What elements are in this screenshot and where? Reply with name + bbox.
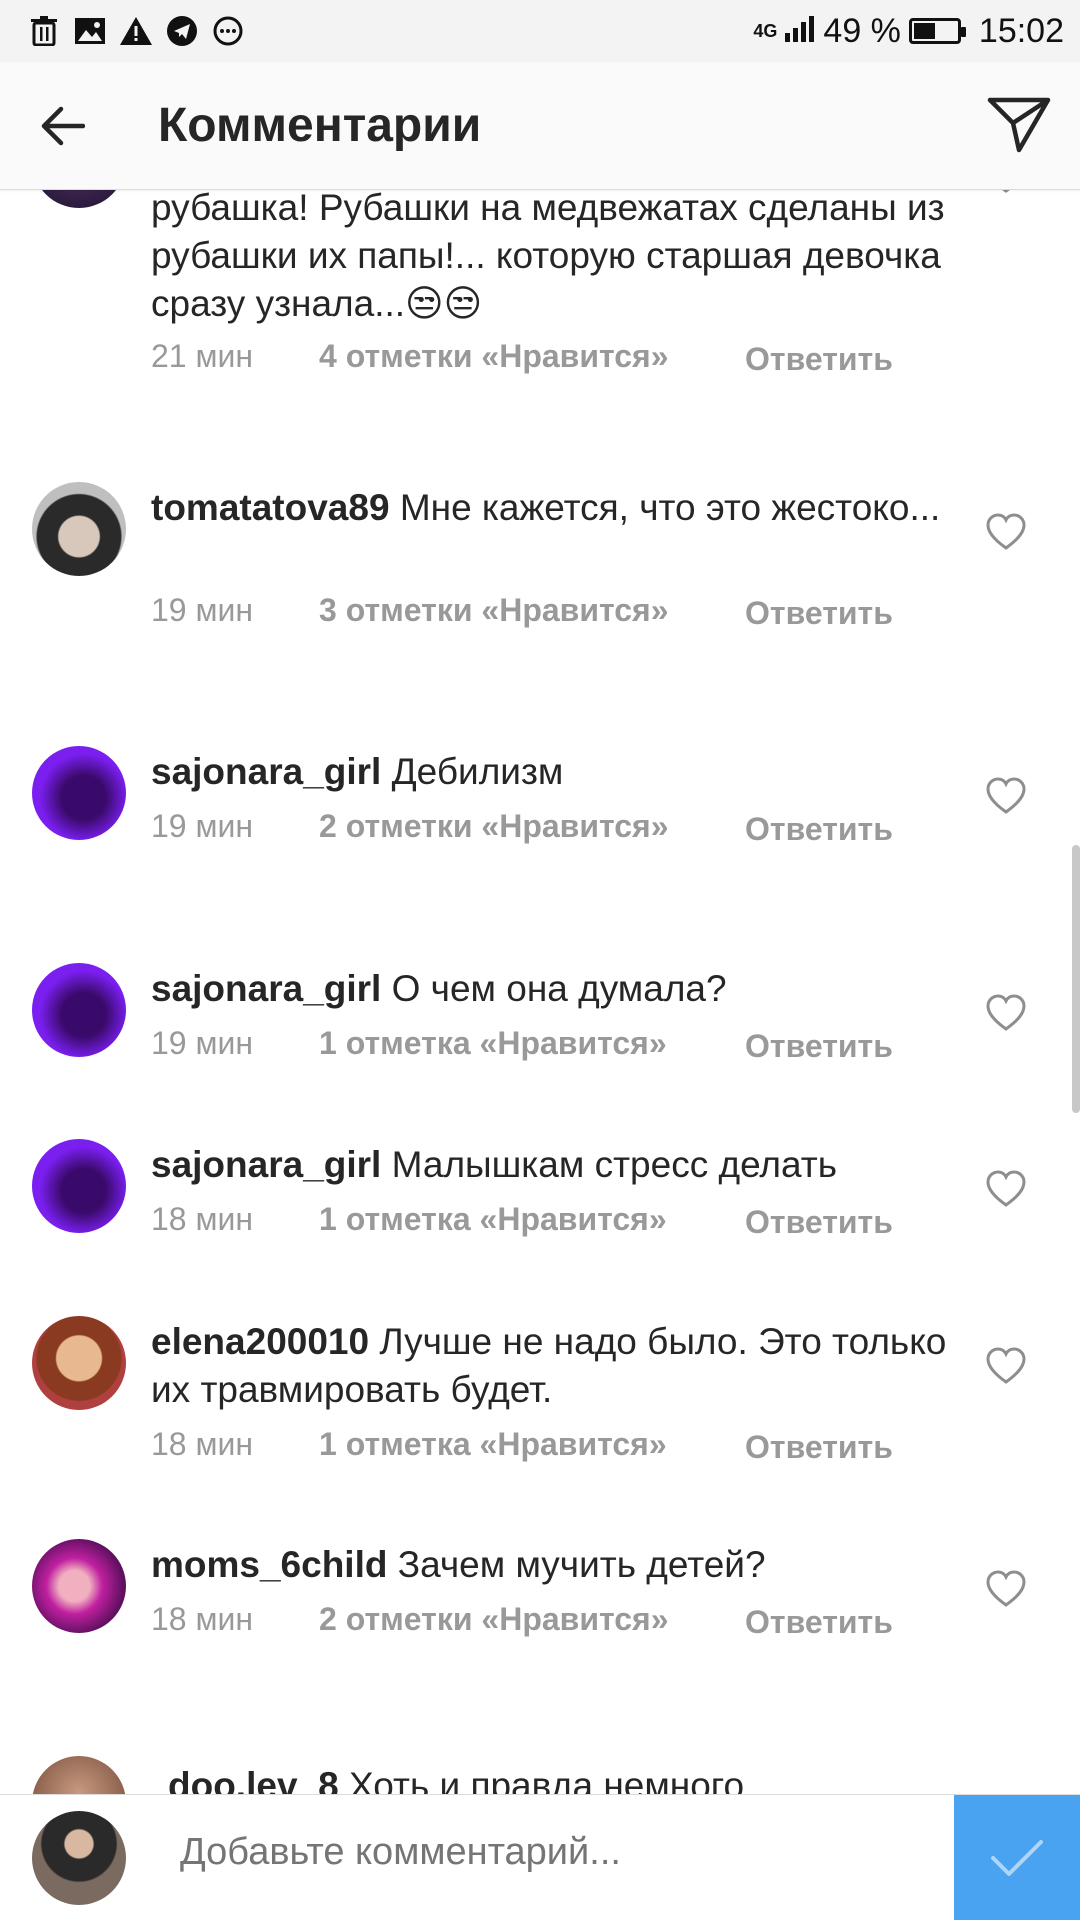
comment-time: 18 мин — [151, 1601, 254, 1637]
reply-button[interactable]: Ответить — [745, 338, 895, 380]
heart-icon[interactable] — [986, 1347, 1026, 1387]
reply-button[interactable]: Ответить — [745, 592, 895, 634]
warning-icon — [120, 15, 152, 47]
battery-percent: 49 % — [823, 11, 901, 50]
heart-icon[interactable] — [986, 513, 1026, 553]
comment-username[interactable]: sajonara_girl — [151, 1144, 381, 1185]
comment-meta: 18 мин 2 отметки «Нравится» Ответить — [151, 1601, 895, 1643]
likes-link[interactable]: 1 отметка «Нравится» — [319, 1201, 745, 1243]
likes-link[interactable]: 1 отметка «Нравится» — [319, 1025, 745, 1067]
comment-text: sajonara_girl Дебилизм — [151, 751, 564, 792]
scrollbar[interactable] — [1072, 845, 1080, 1113]
comment-text: sajonara_girl О чем она думала? — [151, 968, 727, 1009]
comment-text: рубашка! Рубашки на медвежатах сделаны и… — [151, 190, 945, 324]
reply-button[interactable]: Ответить — [745, 1025, 945, 1067]
status-bar: 4G 49 % 15:02 — [0, 0, 1080, 62]
back-button[interactable] — [34, 100, 90, 152]
comment-username[interactable]: tomatatova89 — [151, 487, 390, 528]
comment-text: sajonara_girl Малышкам стресс делать — [151, 1144, 837, 1185]
comment-username[interactable]: elena200010 — [151, 1321, 369, 1362]
checkmark-icon — [991, 1840, 1043, 1876]
comment-time: 19 мин — [151, 1025, 254, 1061]
comment-time: 21 мин — [151, 338, 254, 374]
app-bar: Комментарии — [0, 62, 1080, 190]
avatar[interactable] — [32, 746, 126, 840]
likes-link[interactable]: 4 отметки «Нравится» — [319, 338, 745, 380]
share-button[interactable] — [984, 92, 1054, 158]
avatar[interactable] — [32, 1756, 126, 1794]
comment-text: doo.lev_8 Хоть и правда немного — [168, 1762, 968, 1794]
heart-icon[interactable] — [986, 1170, 1026, 1210]
comment-text: moms_6child Зачем мучить детей? — [151, 1544, 766, 1585]
clock: 15:02 — [978, 11, 1064, 50]
avatar[interactable] — [32, 963, 126, 1057]
avatar[interactable] — [32, 1139, 126, 1233]
comment-meta: 21 мин 4 отметки «Нравится» Ответить — [151, 338, 895, 380]
network-type: 4G — [753, 20, 778, 41]
comment-time: 18 мин — [151, 1201, 254, 1237]
heart-icon[interactable] — [986, 777, 1026, 817]
comment-time: 18 мин — [151, 1426, 254, 1462]
comment-meta: 19 мин 1 отметка «Нравится» Ответить — [151, 1025, 945, 1067]
paper-plane-icon — [987, 97, 1051, 153]
comment-text: elena200010 Лучше не надо было. Это толь… — [151, 1321, 947, 1410]
comment-meta: 19 мин 3 отметки «Нравится» Ответить — [151, 592, 895, 634]
trash-icon — [28, 15, 60, 47]
avatar[interactable] — [32, 482, 126, 576]
reply-button[interactable]: Ответить — [745, 808, 895, 850]
page-title: Комментарии — [158, 99, 482, 152]
telegram-icon — [166, 15, 198, 47]
image-icon — [74, 15, 106, 47]
comment-input[interactable] — [180, 1831, 940, 1874]
likes-link[interactable]: 2 отметки «Нравится» — [319, 808, 745, 850]
avatar — [32, 1811, 126, 1905]
heart-icon[interactable] — [986, 190, 1026, 196]
likes-link[interactable]: 2 отметки «Нравится» — [319, 1601, 745, 1643]
comment-username[interactable]: moms_6child — [151, 1544, 387, 1585]
avatar[interactable] — [32, 1316, 126, 1410]
comment-meta: 19 мин 2 отметки «Нравится» Ответить — [151, 808, 895, 850]
comment-composer — [0, 1794, 1080, 1920]
reply-button[interactable]: Ответить — [745, 1601, 895, 1643]
more-icon — [212, 15, 244, 47]
comments-list[interactable]: рубашка! Рубашки на медвежатах сделаны и… — [0, 190, 1080, 1794]
comment-username[interactable]: sajonara_girl — [151, 968, 381, 1009]
heart-icon[interactable] — [986, 1570, 1026, 1610]
signal-icon — [785, 12, 815, 51]
comment-username[interactable]: sajonara_girl — [151, 751, 381, 792]
comment-meta: 18 мин 1 отметка «Нравится» Ответить — [151, 1201, 945, 1243]
likes-link[interactable]: 3 отметки «Нравится» — [319, 592, 745, 634]
likes-link[interactable]: 1 отметка «Нравится» — [319, 1426, 745, 1468]
comment-text: tomatatova89 Мне кажется, что это жесток… — [151, 487, 941, 528]
comment-username[interactable]: doo.lev_8 — [168, 1765, 339, 1794]
reply-button[interactable]: Ответить — [745, 1426, 945, 1468]
arrow-left-icon — [41, 106, 85, 146]
battery-icon — [908, 18, 966, 44]
avatar[interactable] — [32, 190, 126, 208]
comment-time: 19 мин — [151, 592, 254, 628]
comment-time: 19 мин — [151, 808, 254, 844]
reply-button[interactable]: Ответить — [745, 1201, 945, 1243]
post-button[interactable] — [954, 1795, 1080, 1920]
comment-meta: 18 мин 1 отметка «Нравится» Ответить — [151, 1426, 945, 1468]
heart-icon[interactable] — [986, 994, 1026, 1034]
avatar[interactable] — [32, 1539, 126, 1633]
